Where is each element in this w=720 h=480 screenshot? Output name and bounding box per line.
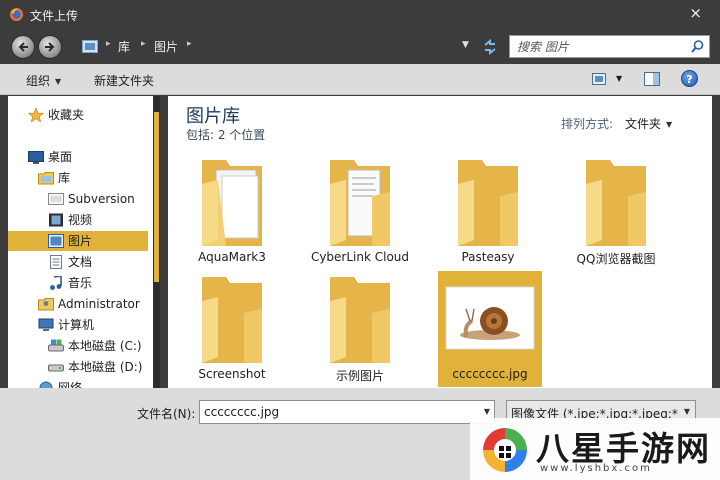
help-icon[interactable]: ? [681, 70, 698, 87]
desktop-icon [28, 151, 44, 164]
change-view-icon[interactable] [592, 73, 606, 85]
subversion-folder-icon [48, 193, 64, 205]
file-list-pane: 图片库 包括: 2 个位置 排列方式: 文件夹 ▼ AquaMark3 Cyber… [168, 96, 712, 388]
library-locations[interactable]: 包括: 2 个位置 [186, 126, 265, 143]
command-toolbar: 组织 ▼ 新建文件夹 ▼ ? [0, 64, 720, 95]
site-watermark: 八星手游网 www.lyshbx.com [470, 418, 720, 480]
nav-label: 桌面 [48, 150, 73, 164]
forward-button[interactable] [38, 35, 62, 59]
library-title: 图片库 [186, 106, 240, 127]
folder-icon [330, 277, 390, 363]
new-folder-button[interactable]: 新建文件夹 [94, 72, 154, 89]
search-field[interactable] [509, 35, 710, 58]
folder-icon [202, 277, 262, 363]
firefox-icon [9, 7, 24, 22]
breadcrumb-libraries[interactable]: 库 [118, 38, 130, 55]
nav-label: 视频 [68, 213, 93, 227]
nav-label: 计算机 [58, 318, 95, 332]
nav-label: 库 [58, 171, 71, 185]
pictures-library-icon [48, 234, 64, 248]
disk-drive-icon [48, 364, 64, 372]
arrange-by-value: 文件夹 [625, 117, 662, 131]
folder-item-cyberlink-cloud[interactable]: CyberLink Cloud [308, 154, 412, 270]
scrollbar-thumb[interactable] [154, 112, 159, 282]
refresh-icon[interactable] [481, 38, 499, 56]
window-title: 文件上传 [30, 9, 79, 23]
item-name: cccccccc.jpg [452, 367, 528, 381]
breadcrumb-separator: ▸ [187, 39, 192, 49]
nav-label: 网络 [58, 381, 83, 388]
search-input[interactable] [517, 39, 687, 55]
folder-icon [330, 160, 390, 246]
item-name: AquaMark3 [198, 250, 266, 264]
nav-label: 本地磁盘 (D:) [68, 360, 143, 374]
back-button[interactable] [11, 35, 35, 59]
nav-label: Administrator [58, 297, 140, 311]
video-library-icon [49, 213, 63, 227]
documents-library-icon [50, 255, 62, 269]
breadcrumb-separator: ▸ [106, 39, 111, 49]
folder-icon [458, 160, 518, 246]
nav-label: Subversion [68, 192, 135, 206]
system-drive-icon [48, 339, 64, 352]
arrow-right-icon [45, 42, 55, 52]
chevron-down-icon: ▼ [666, 120, 673, 129]
arrange-by-label: 排列方式: [561, 117, 614, 131]
chevron-down-icon[interactable]: ▼ [484, 407, 490, 416]
navigation-pane: 收藏夹 桌面 库 Subversion 视频 图片 文档 音乐 Administ… [8, 96, 160, 388]
folder-item-pasteasy[interactable]: Pasteasy [436, 154, 540, 270]
address-bar: ▸ 库 ▸ 图片 ▸ ▼ [0, 30, 720, 64]
watermark-logo [483, 428, 527, 472]
title-bar: 文件上传 × [0, 0, 720, 30]
item-name: CyberLink Cloud [310, 250, 410, 264]
arrange-by-dropdown[interactable]: 文件夹 ▼ [625, 115, 672, 132]
folder-item-aquamark3[interactable]: AquaMark3 [180, 154, 284, 270]
search-icon[interactable] [691, 40, 704, 53]
folder-item-qq-browser-screenshots[interactable]: QQ浏览器截图 [564, 154, 668, 270]
navigation-scrollbar[interactable] [153, 96, 160, 388]
folder-item-sample-pictures[interactable]: 示例图片 [308, 271, 412, 387]
nav-label: 文档 [68, 255, 93, 269]
breadcrumb-pictures[interactable]: 图片 [154, 38, 178, 55]
file-name-combobox[interactable]: ▼ [199, 400, 495, 424]
address-dropdown-icon[interactable]: ▼ [462, 40, 469, 50]
image-thumbnail-snail [445, 286, 535, 350]
music-note-icon [50, 276, 62, 290]
item-name: Screenshot [198, 367, 266, 381]
organize-label: 组织 [26, 74, 51, 88]
user-folder-icon [38, 298, 54, 311]
network-icon [39, 381, 53, 388]
nav-label: 本地磁盘 (C:) [68, 339, 142, 353]
folder-item-screenshot[interactable]: Screenshot [180, 271, 284, 387]
folder-icon [202, 160, 262, 246]
nav-label: 收藏夹 [48, 108, 85, 122]
file-name-label: 文件名(N): [137, 407, 196, 421]
chevron-down-icon: ▼ [55, 77, 62, 86]
preview-pane-icon[interactable] [644, 72, 660, 86]
arrow-left-icon [18, 42, 28, 52]
item-name: Pasteasy [461, 250, 515, 264]
file-item-cccccccc-jpg[interactable]: cccccccc.jpg [438, 271, 542, 387]
star-icon [28, 108, 44, 122]
item-name: QQ浏览器截图 [576, 252, 656, 266]
computer-icon [38, 318, 54, 331]
nav-label: 音乐 [68, 276, 93, 290]
breadcrumb-separator: ▸ [141, 39, 146, 49]
organize-button[interactable]: 组织 ▼ [26, 72, 61, 89]
library-icon [38, 172, 54, 185]
nav-label: 图片 [68, 234, 93, 248]
views-chevron-icon[interactable]: ▼ [616, 74, 622, 83]
folder-icon [586, 160, 646, 246]
watermark-url: www.lyshbx.com [540, 463, 652, 474]
close-icon[interactable]: × [689, 4, 702, 22]
pictures-folder-icon [82, 40, 98, 53]
content-scrollbar[interactable] [712, 96, 720, 388]
item-name: 示例图片 [335, 369, 384, 383]
file-name-input[interactable] [204, 404, 474, 420]
